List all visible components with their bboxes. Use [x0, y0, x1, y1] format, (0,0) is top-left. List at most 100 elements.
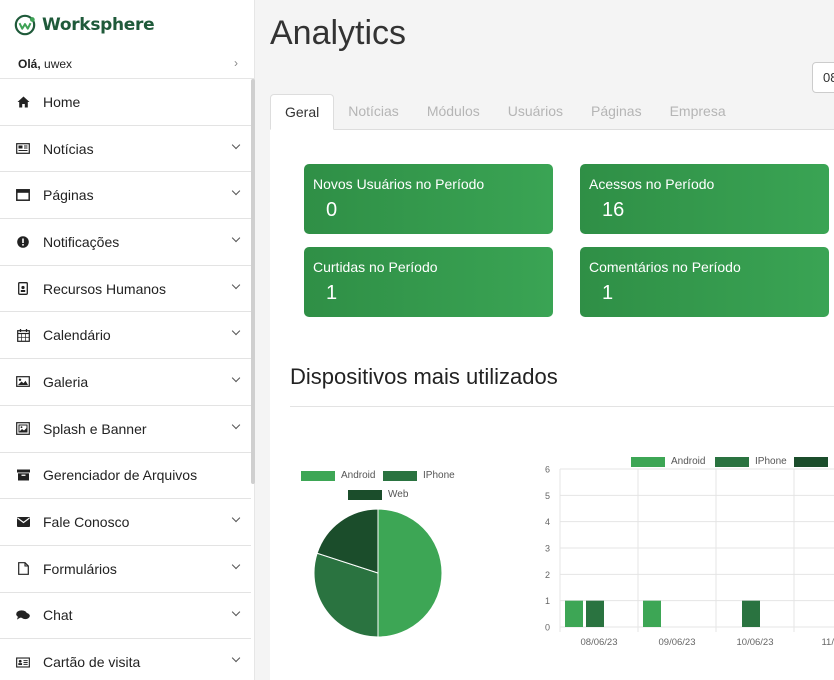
sidebar-item-recursos-humanos[interactable]: Recursos Humanos — [0, 266, 251, 313]
chevron-down-icon — [231, 327, 241, 336]
envelope-icon — [16, 515, 30, 529]
legend-label: Web — [388, 489, 409, 500]
stat-card-value: 16 — [602, 199, 625, 221]
stat-card-curtidas: Curtidas no Período 1 — [304, 247, 553, 317]
tab-paginas[interactable]: Páginas — [577, 94, 656, 130]
window-icon — [16, 188, 30, 202]
image-icon — [16, 375, 30, 389]
worksphere-logo-icon — [14, 14, 36, 36]
bar-iphone[interactable] — [742, 600, 760, 627]
pie-slice-android[interactable] — [377, 508, 443, 638]
y-tick-label: 2 — [545, 570, 550, 580]
legend-swatch — [631, 456, 665, 467]
stat-card-title: Comentários no Período — [589, 259, 741, 275]
y-tick-label: 6 — [545, 466, 550, 475]
tab-geral[interactable]: Geral — [270, 94, 335, 130]
chevron-down-icon — [231, 233, 241, 243]
tab-modulos[interactable]: Módulos — [413, 94, 494, 130]
pie-legend-android[interactable]: Android — [301, 470, 375, 481]
sidebar-item-notificacoes[interactable]: Notificações — [0, 219, 251, 266]
newspaper-icon — [16, 142, 30, 156]
x-tick-label: 10/06/23 — [737, 637, 774, 648]
date-range-input[interactable]: 08 — [812, 62, 834, 93]
sidebar-scrollbar[interactable] — [251, 79, 255, 484]
tab-usuarios[interactable]: Usuários — [494, 94, 577, 130]
legend-swatch — [794, 456, 828, 467]
stat-card-novos-usuarios: Novos Usuários no Período 0 — [304, 164, 553, 234]
sidebar-item-formularios[interactable]: Formulários — [0, 546, 251, 593]
legend-swatch — [348, 489, 382, 500]
sidebar-item-paginas[interactable]: Páginas — [0, 172, 251, 220]
chevron-down-icon — [231, 420, 241, 430]
bar-iphone[interactable] — [586, 600, 604, 627]
section-divider — [290, 406, 834, 407]
pie-legend-iphone[interactable]: IPhone — [383, 470, 455, 481]
sidebar-item-noticias[interactable]: Notícias — [0, 126, 251, 173]
x-tick-label: 09/06/23 — [659, 637, 696, 648]
chevron-down-icon — [231, 373, 241, 383]
pie-legend-web[interactable]: Web — [348, 489, 408, 500]
sidebar-item-label: Notícias — [43, 140, 94, 157]
chevron-down-icon — [231, 187, 241, 196]
stat-card-value: 1 — [326, 282, 338, 304]
stat-card-title: Curtidas no Período — [313, 259, 438, 275]
brand-name: Worksphere — [42, 15, 155, 35]
bar-android[interactable] — [643, 600, 661, 627]
chevron-down-icon — [231, 560, 241, 570]
chevron-down-icon — [231, 607, 241, 616]
sidebar-item-label: Páginas — [43, 187, 94, 204]
legend-swatch — [715, 456, 749, 467]
sidebar-item-label: Home — [43, 93, 81, 110]
home-icon — [16, 95, 30, 109]
stat-card-title: Novos Usuários no Período — [313, 176, 485, 192]
exclamation-circle-icon — [16, 235, 30, 249]
user-greeting[interactable]: Olá, uwex › — [0, 50, 254, 79]
sidebar-item-label: Notificações — [43, 233, 120, 250]
sidebar-item-calendario[interactable]: Calendário — [0, 312, 251, 360]
brand[interactable]: Worksphere — [14, 14, 155, 36]
sidebar-item-gerenciador-arquivos[interactable]: Gerenciador de Arquivos — [0, 453, 251, 500]
y-tick-label: 4 — [545, 517, 550, 527]
sidebar-item-label: Formulários — [43, 560, 117, 577]
id-badge-icon — [16, 282, 30, 296]
sidebar-item-label: Calendário — [43, 327, 111, 344]
sidebar-item-cartao-visita[interactable]: Cartão de visita — [0, 639, 251, 680]
stat-card-value: 0 — [326, 199, 338, 221]
sidebar-item-label: Cartão de visita — [43, 654, 141, 671]
legend-swatch — [301, 470, 335, 481]
tab-noticias[interactable]: Notícias — [334, 94, 413, 130]
analytics-tabs: Geral Notícias Módulos Usuários Páginas … — [270, 94, 834, 130]
bar-android[interactable] — [565, 600, 583, 627]
sidebar-item-fale-conosco[interactable]: Fale Conosco — [0, 499, 251, 546]
sidebar: Worksphere Olá, uwex › Home Notícias Pág… — [0, 0, 255, 680]
sidebar-item-galeria[interactable]: Galeria — [0, 359, 251, 406]
tab-panel-geral: Novos Usuários no Período 0 Acessos no P… — [270, 130, 834, 680]
chevron-down-icon — [231, 654, 241, 663]
bar-chart: 0 1 2 3 4 5 6 08/06/23 09/06/23 10/06/23 11/06 — [545, 466, 834, 648]
sidebar-item-chat[interactable]: Chat — [0, 593, 251, 640]
x-tick-label: 08/06/23 — [581, 637, 618, 648]
y-tick-label: 5 — [545, 491, 550, 501]
archive-icon — [16, 468, 30, 482]
sidebar-item-label: Galeria — [43, 373, 89, 390]
greeting-hello: Olá, — [18, 57, 41, 71]
sidebar-item-label: Recursos Humanos — [43, 280, 166, 297]
sidebar-item-home[interactable]: Home — [0, 79, 251, 126]
stat-card-value: 1 — [602, 282, 614, 304]
tab-empresa[interactable]: Empresa — [656, 94, 740, 130]
legend-swatch — [383, 470, 417, 481]
pie-chart — [313, 508, 443, 638]
sidebar-item-splash-banner[interactable]: Splash e Banner — [0, 406, 251, 453]
frame-icon — [16, 422, 30, 436]
greeting-user: uwex — [44, 57, 73, 71]
chevron-down-icon — [231, 140, 241, 149]
chevron-down-icon — [231, 280, 241, 289]
chevron-down-icon — [231, 513, 241, 523]
sidebar-menu: Home Notícias Páginas Notificações Recur… — [0, 79, 251, 680]
y-tick-label: 0 — [545, 623, 550, 633]
comments-icon — [16, 608, 30, 622]
stat-card-comentarios: Comentários no Período 1 — [580, 247, 829, 317]
address-card-icon — [16, 655, 30, 669]
page-title: Analytics — [270, 14, 407, 52]
calendar-icon — [16, 328, 30, 342]
